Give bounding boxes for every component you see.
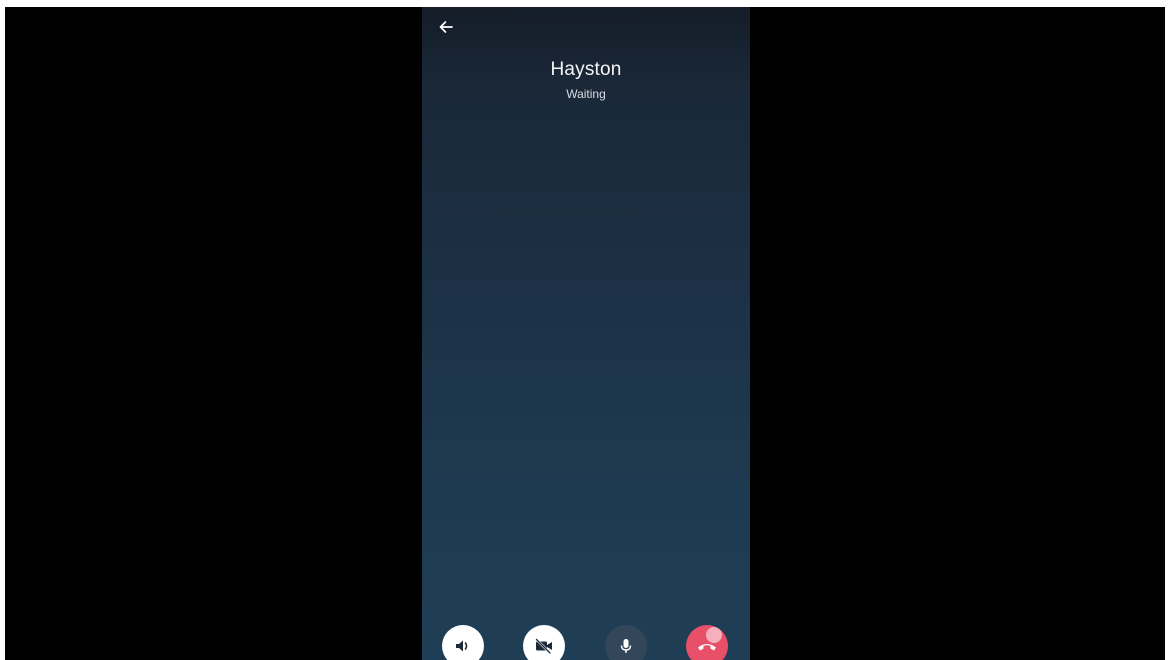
- touch-ripple: [706, 627, 722, 643]
- end-call-button[interactable]: [686, 625, 728, 660]
- microphone-button[interactable]: [605, 625, 647, 660]
- microphone-icon: [620, 639, 632, 653]
- top-bar: [422, 7, 750, 51]
- call-screen: Hayston Waiting: [422, 7, 750, 660]
- speaker-icon: [456, 640, 468, 652]
- video-toggle-button[interactable]: [523, 625, 565, 660]
- speaker-button[interactable]: [442, 625, 484, 660]
- call-controls: [422, 625, 750, 660]
- call-status: Waiting: [566, 87, 606, 101]
- caller-info: Hayston Waiting: [422, 58, 750, 102]
- video-frame: Hayston Waiting: [5, 7, 1165, 660]
- video-off-icon: [535, 638, 552, 655]
- caller-name: Hayston: [550, 59, 622, 80]
- back-button[interactable]: [432, 13, 460, 41]
- arrow-left-icon: [439, 21, 453, 33]
